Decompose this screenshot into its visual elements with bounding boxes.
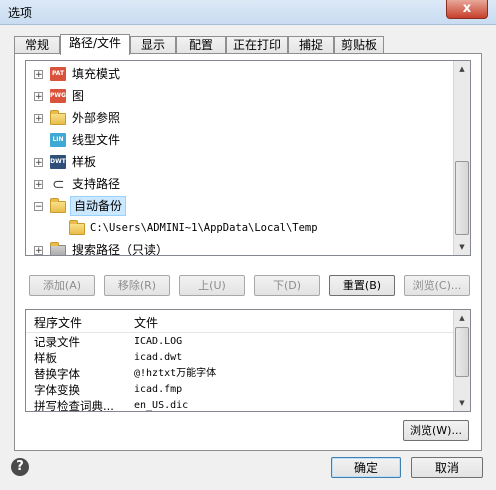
title-bar: 选项 x — [0, 0, 496, 25]
tree-item-xrefs[interactable]: + 外部参照 — [26, 108, 446, 128]
expand-plus-icon[interactable]: + — [34, 158, 43, 168]
list-header: 程序文件 文件 — [26, 310, 454, 333]
folder-open-icon — [50, 198, 66, 213]
tab-clipboard[interactable]: 剪贴板 — [334, 36, 384, 54]
reset-button[interactable]: 重置(B) — [329, 275, 395, 296]
scroll-up-arrow-icon[interactable]: ▲ — [454, 61, 470, 77]
scroll-down-arrow-icon[interactable]: ▼ — [454, 395, 470, 411]
tree-item-label: C:\Users\ADMINI~1\AppData\Local\Temp — [90, 222, 318, 234]
row-file: icad.fmp — [134, 384, 183, 395]
tab-general[interactable]: 常规 — [14, 36, 60, 54]
tree-item-search-paths[interactable]: + 搜索路径（只读） — [26, 240, 446, 256]
expand-plus-icon[interactable]: + — [34, 246, 43, 255]
path-tree[interactable]: + PAT 填充模式 + PWG 图 + 外部参照 LIN 线型文件 + DWT… — [25, 60, 471, 256]
expand-plus-icon[interactable]: + — [34, 180, 43, 190]
row-file: ICAD.LOG — [134, 336, 183, 347]
row-name: 记录文件 — [34, 335, 80, 349]
tree-item-support-paths[interactable]: + ⊂ 支持路径 — [26, 174, 446, 194]
tree-item-label: 图 — [72, 89, 85, 103]
row-file: icad.dwt — [134, 352, 183, 363]
table-row[interactable]: 样板 icad.dwt — [26, 350, 454, 366]
table-row[interactable]: 替换字体 @!hztxt万能字体 — [26, 366, 454, 382]
column-header-program-file[interactable]: 程序文件 — [34, 314, 82, 331]
table-row[interactable]: 记录文件 ICAD.LOG — [26, 334, 454, 350]
tree-item-hatch-patterns[interactable]: + PAT 填充模式 — [26, 64, 446, 84]
paperclip-icon: ⊂ — [52, 175, 65, 193]
row-file: @!hztxt万能字体 — [134, 368, 217, 379]
tab-printing[interactable]: 正在打印 — [226, 36, 288, 54]
remove-button[interactable]: 移除(R) — [104, 275, 170, 296]
tree-item-label: 支持路径 — [72, 177, 121, 191]
move-up-button[interactable]: 上(U) — [179, 275, 245, 296]
cancel-button[interactable]: 取消 — [411, 457, 483, 478]
move-down-button[interactable]: 下(D) — [254, 275, 320, 296]
row-name: 拼写检查词典... — [34, 399, 114, 412]
tree-item-label: 外部参照 — [72, 111, 121, 125]
pat-file-icon: PAT — [50, 67, 66, 81]
folder-icon — [50, 110, 66, 125]
close-button[interactable]: x — [446, 0, 488, 19]
tree-scrollbar[interactable]: ▲ ▼ — [453, 61, 470, 255]
column-header-file[interactable]: 文件 — [134, 314, 158, 331]
tab-snap[interactable]: 捕捉 — [288, 36, 334, 54]
scroll-up-arrow-icon[interactable]: ▲ — [454, 310, 470, 326]
ok-button[interactable]: 确定 — [331, 457, 401, 478]
add-button[interactable]: 添加(A) — [29, 275, 95, 296]
scroll-thumb[interactable] — [455, 327, 469, 377]
tree-item-label: 搜索路径（只读） — [72, 243, 169, 256]
tab-display[interactable]: 显示 — [130, 36, 176, 54]
expand-plus-icon[interactable]: + — [34, 92, 43, 102]
row-name: 样板 — [34, 351, 57, 365]
browse-file-button[interactable]: 浏览(W)... — [403, 420, 469, 441]
folder-icon — [69, 220, 85, 235]
tree-item-label: 线型文件 — [72, 133, 121, 147]
tree-item-label: 自动备份 — [70, 196, 127, 216]
tree-item-label: 填充模式 — [72, 67, 121, 81]
expand-plus-icon[interactable]: + — [34, 114, 43, 124]
tab-paths-files[interactable]: 路径/文件 — [60, 34, 130, 55]
tree-item-autosave[interactable]: − 自动备份 — [26, 196, 446, 216]
pwg-file-icon: PWG — [50, 89, 66, 103]
row-name: 替换字体 — [34, 367, 80, 381]
window-title: 选项 — [8, 6, 33, 20]
row-file: en_US.dic — [134, 400, 189, 411]
tab-profiles[interactable]: 配置 — [176, 36, 226, 54]
table-row[interactable]: 拼写检查词典... en_US.dic — [26, 398, 454, 412]
tree-item-autosave-path[interactable]: C:\Users\ADMINI~1\AppData\Local\Temp — [26, 218, 446, 238]
browse-path-button[interactable]: 浏览(C)... — [404, 275, 470, 296]
scroll-down-arrow-icon[interactable]: ▼ — [454, 239, 470, 255]
help-icon[interactable]: ? — [11, 458, 29, 476]
scroll-thumb[interactable] — [455, 161, 469, 235]
tree-item-linetype-files[interactable]: LIN 线型文件 — [26, 130, 446, 150]
tree-item-templates[interactable]: + DWT 样板 — [26, 152, 446, 172]
program-files-list[interactable]: 程序文件 文件 记录文件 ICAD.LOG 样板 icad.dwt 替换字体 @… — [25, 309, 471, 412]
expand-plus-icon[interactable]: + — [34, 70, 43, 80]
table-row[interactable]: 字体变换 icad.fmp — [26, 382, 454, 398]
collapse-minus-icon[interactable]: − — [34, 202, 43, 212]
row-name: 字体变换 — [34, 383, 80, 397]
dwt-file-icon: DWT — [50, 155, 66, 169]
tree-item-drawings[interactable]: + PWG 图 — [26, 86, 446, 106]
folder-icon — [50, 242, 66, 255]
tree-item-label: 样板 — [72, 155, 97, 169]
list-scrollbar[interactable]: ▲ ▼ — [453, 310, 470, 411]
lin-file-icon: LIN — [50, 133, 66, 147]
